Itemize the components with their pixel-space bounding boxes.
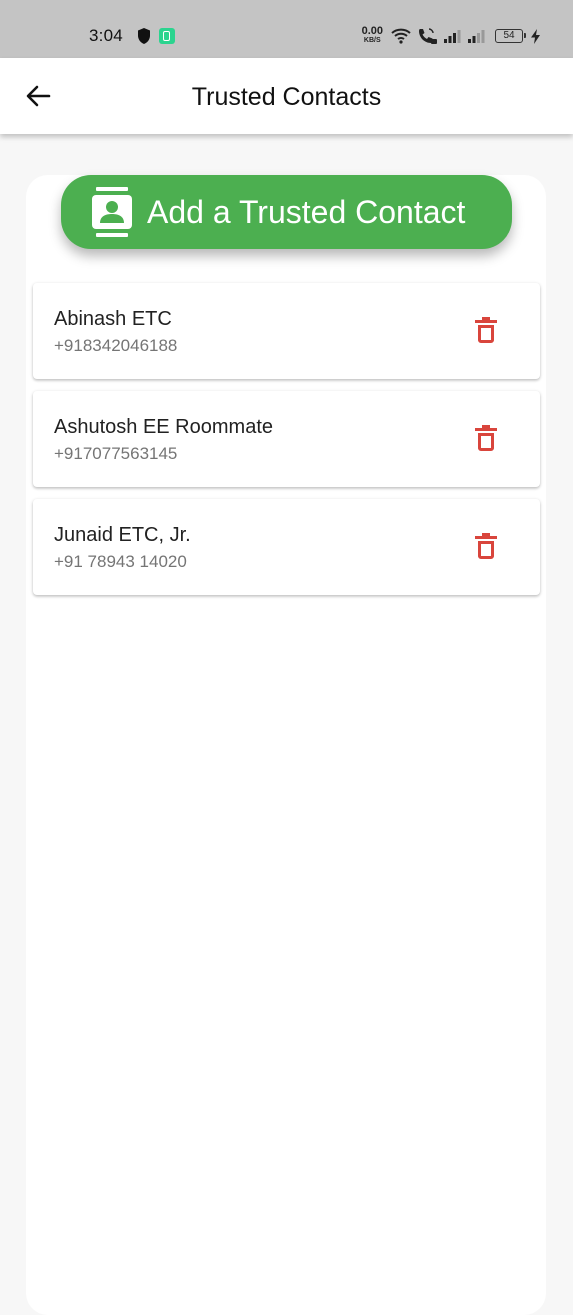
contact-book-icon (91, 187, 133, 237)
charging-icon (531, 28, 540, 44)
contact-phone: +917077563145 (54, 444, 178, 463)
shield-icon (138, 28, 150, 44)
contact-phone: +91 78943 14020 (54, 552, 187, 571)
status-right-icons: 0.00 KB/S 54 (362, 24, 540, 48)
status-left-icons (137, 28, 175, 44)
signal-strength-icon (443, 29, 461, 43)
contact-card[interactable]: Abinash ETC +918342046188 (33, 283, 540, 379)
trash-icon (475, 533, 497, 559)
contact-name: Ashutosh EE Roommate (54, 416, 273, 438)
delete-contact-button[interactable] (469, 421, 503, 455)
contact-card[interactable]: Junaid ETC, Jr. +91 78943 14020 (33, 499, 540, 595)
network-speed-value: 0.00 (361, 25, 383, 37)
signal-strength-icon-2 (467, 29, 485, 43)
page-title: Trusted Contacts (191, 83, 382, 111)
status-bar: 3:04 0.00 KB/S 54 (0, 0, 573, 58)
contact-card[interactable]: Ashutosh EE Roommate +917077563145 (33, 391, 540, 487)
trash-icon (475, 317, 497, 343)
contact-name: Junaid ETC, Jr. (54, 524, 191, 546)
contact-name: Abinash ETC (54, 308, 172, 330)
wifi-icon (391, 28, 411, 44)
delete-contact-button[interactable] (469, 313, 503, 347)
wifi-calling-icon (417, 27, 437, 45)
app-notification-icon (159, 28, 175, 44)
contact-phone: +918342046188 (54, 336, 178, 355)
network-speed-unit: KB/S (363, 37, 381, 44)
trash-icon (475, 425, 497, 451)
add-trusted-contact-label: Add a Trusted Contact (147, 194, 466, 230)
battery-icon: 54 (495, 29, 526, 43)
status-time: 3:04 (89, 26, 123, 45)
network-speed: 0.00 KB/S (361, 25, 383, 45)
app-bar: Trusted Contacts (0, 58, 573, 134)
add-trusted-contact-button[interactable]: Add a Trusted Contact (61, 175, 512, 249)
delete-contact-button[interactable] (469, 529, 503, 563)
